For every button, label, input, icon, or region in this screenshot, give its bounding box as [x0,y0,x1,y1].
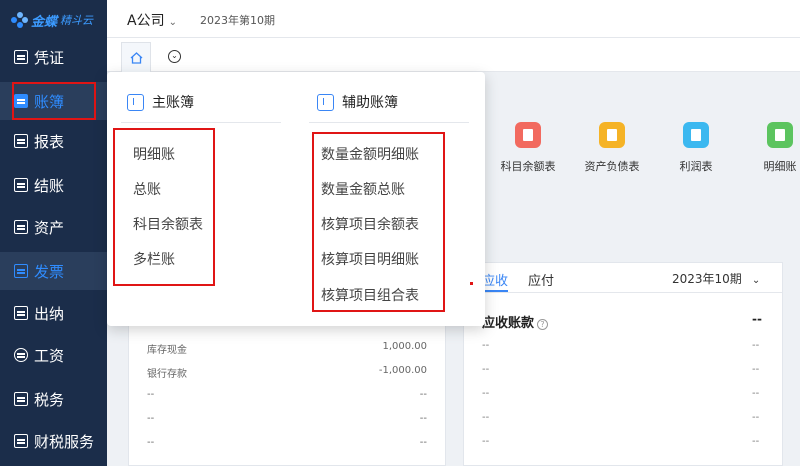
table-cell: -- [482,412,490,423]
main-ledger-header: 主账簿 [127,92,194,112]
sidebar-item-invoice[interactable]: 发票 [0,252,107,290]
sidebar-item-tax[interactable]: 税务 [0,380,107,418]
table-cell: -- [752,340,760,351]
sidebar-item-label: 工资 [34,346,65,365]
sidebar-item-label: 发票 [34,262,65,281]
sidebar-item-cashier[interactable]: 出纳 [0,294,107,332]
notebook-icon [317,93,334,111]
shortcut-label: 明细账 [763,160,797,173]
shortcut-label: 资产负债表 [584,160,640,173]
sidebar-item-closing[interactable]: 结账 [0,166,107,204]
logo-product: 精斗云 [60,14,94,27]
logo: 金蝶 精斗云 [10,10,93,30]
sidebar-item-label: 凭证 [34,48,65,67]
shortcut-label: 利润表 [679,160,713,173]
sidebar-item-label: 出纳 [34,304,65,323]
table-cell: -- [482,436,490,447]
sidebar-item-label: 税务 [34,390,65,409]
assets-icon [14,220,28,234]
sidebar-item-payroll[interactable]: 工资 [0,336,107,374]
cashier-icon [14,306,28,320]
more-tabs-button[interactable]: ⌄ [168,50,181,63]
receivables-panel [463,262,783,466]
report-icon [14,134,28,148]
home-tab[interactable] [121,42,151,72]
receivables-total: -- [752,312,762,326]
annotation-highlight-box [312,132,445,312]
sidebar-item-label: 结账 [34,176,65,195]
chevron-down-icon: ⌄ [168,17,177,28]
table-cell: -- [482,340,490,351]
closing-icon [14,178,28,192]
main-ledger-title: 主账簿 [152,95,194,111]
detail-ledger-icon [767,122,793,148]
period-selector-value: 2023年10期 [672,272,742,286]
sidebar-item-label: 报表 [34,132,65,151]
sidebar-item-tax-service[interactable]: 财税服务 [0,422,107,460]
tax-service-icon [14,434,28,448]
table-row: -- -- [147,413,427,424]
balance-sheet-icon [599,122,625,148]
sidebar-item-label: 资产 [34,218,65,237]
divider [121,122,281,123]
tab-bar: ⌄ [107,38,800,72]
shortcut-trial-balance[interactable]: 科目余额表 [488,122,568,174]
table-cell: -- [482,364,490,375]
chevron-down-icon: ⌄ [751,275,761,286]
receivables-title: 应收账款? [482,312,549,331]
annotation-dot [470,282,473,285]
tax-icon [14,392,28,406]
table-row: 银行存款 -1,000.00 [147,365,427,380]
logo-brand: 金蝶 [31,14,58,30]
table-cell: -- [752,436,760,447]
table-cell: -- [482,388,490,399]
company-name: A公司 [127,13,165,29]
ledger-dropdown-menu: 主账簿 辅助账簿 明细账 总账 科目余额表 多栏账 数量金额明细账 数量金额总账… [107,72,485,326]
invoice-icon [14,264,28,278]
shortcut-detail-ledger[interactable]: 明细账 [740,122,800,174]
top-bar: A公司 ⌄ 2023年第10期 [107,0,800,38]
company-selector[interactable]: A公司 ⌄ [127,10,177,30]
logo-icon [10,11,28,29]
trial-balance-icon [515,122,541,148]
period-selector[interactable]: 2023年10期 ⌄ [672,270,760,287]
table-row: -- -- [147,437,427,448]
tab-receivable[interactable]: 应收 [482,270,508,289]
shortcut-label: 科目余额表 [500,160,556,173]
shortcut-balance-sheet[interactable]: 资产负债表 [572,122,652,174]
sidebar-item-label: 财税服务 [34,432,95,451]
aux-ledger-title: 辅助账簿 [342,95,398,111]
cash-panel: 库存现金 1,000.00 银行存款 -1,000.00 -- -- -- -- -- -… [128,320,446,466]
income-statement-icon [683,122,709,148]
annotation-highlight-box [12,82,96,120]
table-cell: -- [752,388,760,399]
divider [309,122,469,123]
sidebar-item-assets[interactable]: 资产 [0,208,107,246]
ledger-book-icon [127,93,144,111]
sidebar: 金蝶 精斗云 凭证 账簿 报表 结账 资产 发票 出纳 工资 税务 财税服务 [0,0,107,466]
home-icon [130,51,142,64]
help-icon[interactable]: ? [537,319,549,330]
sidebar-item-reports[interactable]: 报表 [0,122,107,160]
yen-icon [14,348,28,362]
current-period: 2023年第10期 [200,14,275,27]
sidebar-item-voucher[interactable]: 凭证 [0,38,107,76]
table-row: -- -- [147,389,427,400]
table-cell: -- [752,364,760,375]
table-row: 库存现金 1,000.00 [147,341,427,356]
tab-payable[interactable]: 应付 [528,270,554,289]
table-cell: -- [752,412,760,423]
aux-ledger-header: 辅助账簿 [317,92,398,112]
voucher-icon [14,50,28,64]
annotation-highlight-box [113,128,215,286]
shortcut-income-statement[interactable]: 利润表 [656,122,736,174]
